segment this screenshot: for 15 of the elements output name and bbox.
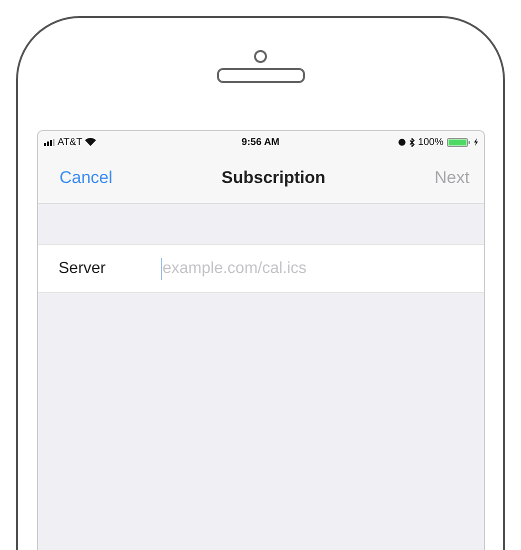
bluetooth-icon — [408, 138, 415, 146]
speaker-icon — [216, 68, 304, 83]
wifi-icon — [85, 138, 96, 146]
nav-title: Subscription — [222, 168, 326, 188]
server-field[interactable]: Server example.com/cal.ics — [38, 244, 484, 293]
battery-percent: 100% — [418, 136, 444, 148]
cancel-button[interactable]: Cancel — [60, 168, 112, 188]
battery-icon — [446, 138, 471, 146]
camera-icon — [254, 50, 267, 63]
charging-icon — [474, 138, 478, 146]
carrier-label: AT&T — [58, 136, 82, 148]
status-time: 9:56 AM — [242, 136, 280, 148]
signal-icon — [44, 138, 54, 146]
field-label: Server — [58, 260, 107, 278]
server-input[interactable]: example.com/cal.ics — [160, 258, 484, 280]
